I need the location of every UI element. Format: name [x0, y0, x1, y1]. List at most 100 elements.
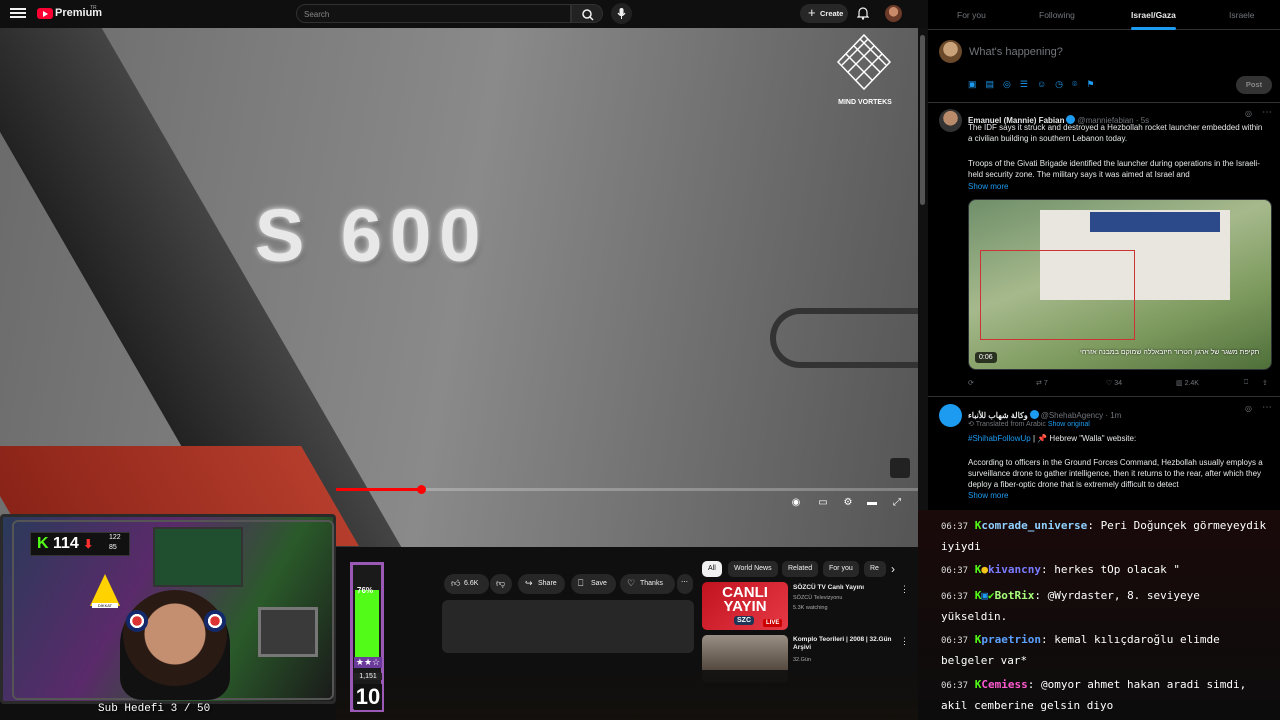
- miniplayer-toggle[interactable]: [890, 458, 910, 478]
- recommendation-menu-icon[interactable]: ⋮: [900, 584, 909, 595]
- location-icon[interactable]: ⌾: [1072, 79, 1086, 89]
- page-scrollbar-thumb[interactable]: [920, 35, 925, 205]
- show-original-link[interactable]: Show original: [1048, 421, 1090, 428]
- notifications-icon[interactable]: [856, 6, 870, 20]
- chat-username[interactable]: comrade_universe: [981, 519, 1087, 532]
- recommendation-thumbnail[interactable]: CANLI YAYIN SZC LIVE: [702, 582, 788, 630]
- chat-username[interactable]: kivancny: [988, 563, 1041, 576]
- more-actions-button[interactable]: ⋯: [677, 574, 693, 594]
- dislike-button[interactable]: 👎︎: [490, 574, 512, 594]
- video-duration: 0:06: [975, 352, 997, 363]
- chat-text: herkes tOp olacak ": [1054, 563, 1181, 576]
- menu-icon[interactable]: [10, 6, 26, 20]
- chip-related[interactable]: Related: [782, 561, 819, 577]
- chip-all[interactable]: All: [702, 561, 722, 577]
- super-thanks-icon: ♡: [627, 578, 636, 588]
- flag-icon[interactable]: ⚑: [1086, 79, 1103, 89]
- tab-following[interactable]: Following: [1039, 10, 1075, 20]
- fullscreen-icon[interactable]: ⤢: [890, 497, 904, 511]
- grok-post-icon[interactable]: ◎: [1245, 109, 1252, 118]
- chat-username[interactable]: praetrion: [981, 633, 1041, 646]
- compose-input[interactable]: What's happening?: [969, 46, 1063, 58]
- schedule-icon[interactable]: ◷: [1055, 79, 1072, 89]
- tab-israel-gaza[interactable]: Israel/Gaza: [1131, 10, 1176, 20]
- search-input[interactable]: Search: [296, 4, 571, 23]
- recommendation-title[interactable]: SÖZCÜ TV Canlı Yayını: [793, 584, 898, 592]
- theater-mode-icon[interactable]: ▬: [865, 497, 879, 511]
- chat-username[interactable]: BotRix: [995, 589, 1035, 602]
- video-caption: תקיפת משגר של ארגון הטרור חיזבאללה שמוקם…: [1080, 349, 1260, 356]
- chip-next-icon[interactable]: ›: [891, 562, 895, 576]
- recommendation-channel[interactable]: SÖZCÜ Televizyonu: [793, 595, 842, 601]
- emoji-icon[interactable]: ☺: [1037, 79, 1055, 89]
- show-more-link[interactable]: Show more: [968, 182, 1008, 191]
- search-button[interactable]: [571, 4, 603, 23]
- share-button[interactable]: ↪ Share: [518, 574, 565, 594]
- translation-note: ⟲ Translated from Arabic Show original: [968, 420, 1090, 428]
- bookmark-icon[interactable]: ⎕: [1244, 379, 1248, 387]
- watermark-logo-icon: [836, 33, 892, 91]
- post-text: According to officers in the Ground Forc…: [968, 458, 1263, 489]
- recommendation-channel[interactable]: 32.Gün: [793, 657, 811, 663]
- kick-viewer-count: 114: [53, 535, 79, 552]
- description-box[interactable]: [442, 600, 694, 653]
- video-player[interactable]: S 600: [0, 28, 918, 547]
- chat-timestamp: 06:37: [941, 592, 969, 602]
- recommendation-menu-icon[interactable]: ⋮: [900, 636, 909, 647]
- grok-post-icon[interactable]: ◎: [1245, 404, 1252, 413]
- settings-icon[interactable]: ⚙: [841, 497, 855, 511]
- save-label: Save: [591, 580, 607, 587]
- thanks-button[interactable]: ♡ Thanks: [620, 574, 675, 594]
- post-author-name[interactable]: وكالة شهاب للأنباء: [968, 411, 1028, 420]
- goal-count: 1,151: [354, 673, 382, 680]
- thanks-label: Thanks: [640, 580, 663, 587]
- progress-scrubber[interactable]: [417, 485, 426, 494]
- chip-for-you[interactable]: For you: [823, 561, 859, 577]
- hashtag-link[interactable]: #ShihabFollowUp: [968, 434, 1031, 443]
- share-icon[interactable]: ⇪: [1262, 379, 1268, 387]
- captions-icon[interactable]: ▭: [816, 497, 830, 511]
- save-button[interactable]: ⎕ Save: [571, 574, 616, 594]
- thumbs-down-icon: 👎︎: [496, 578, 506, 588]
- post-text: The IDF says it struck and destroyed a H…: [968, 123, 1263, 143]
- compose-avatar[interactable]: [939, 40, 962, 63]
- voice-search-button[interactable]: [611, 3, 632, 24]
- search-icon: [582, 9, 594, 21]
- chip-world-news[interactable]: World News: [728, 561, 778, 577]
- post-button[interactable]: Post: [1236, 76, 1272, 94]
- image-icon[interactable]: ▣: [968, 79, 986, 89]
- chat-message: 06:37 KCemiess: @omyor ahmet hakan aradi…: [941, 678, 1247, 712]
- tab-for-you[interactable]: For you: [957, 10, 986, 20]
- views-button[interactable]: ▥ 2.4K: [1176, 379, 1199, 387]
- goal-meter-fill: [355, 590, 379, 662]
- goal-level: 10: [354, 684, 382, 710]
- subscriber-badge-icon: ●: [981, 563, 988, 576]
- account-avatar[interactable]: [885, 5, 902, 22]
- like-button[interactable]: 👍︎ 6.6K: [444, 574, 489, 594]
- autoplay-toggle-icon[interactable]: ◉: [789, 497, 803, 511]
- post-avatar[interactable]: [939, 109, 962, 132]
- poll-icon[interactable]: ☰: [1020, 79, 1037, 89]
- repost-button[interactable]: ⇄ 7: [1036, 379, 1048, 387]
- chat-username[interactable]: Cemiess: [981, 678, 1027, 691]
- chip-truncated[interactable]: Re: [864, 561, 886, 577]
- youtube-logo-icon[interactable]: [37, 8, 53, 19]
- video-frame-handle: [770, 308, 918, 368]
- like-button[interactable]: ♡ 34: [1106, 379, 1122, 387]
- tab-israele[interactable]: Israele: [1229, 10, 1255, 20]
- post-handle[interactable]: @ShehabAgency · 1m: [1041, 411, 1122, 420]
- create-button[interactable]: Create: [800, 4, 848, 23]
- post-more-icon[interactable]: ⋯: [1262, 107, 1272, 118]
- video-frame-solar-panels: [1090, 212, 1220, 232]
- grok-icon[interactable]: ◎: [1003, 79, 1020, 89]
- post-more-icon[interactable]: ⋯: [1262, 402, 1272, 413]
- bookmark-icon: ⎕: [578, 578, 584, 588]
- show-more-link[interactable]: Show more: [968, 491, 1008, 500]
- recommendation-title[interactable]: Komplo Teorileri | 2008 | 32.Gün Arşivi: [793, 636, 898, 652]
- sub-goal-label: Sub Hedefi 3 / 50: [98, 703, 211, 715]
- youtube-header: Premium TR Search Create: [0, 0, 918, 28]
- post-avatar[interactable]: [939, 404, 962, 427]
- reply-icon[interactable]: ⟳: [968, 379, 974, 387]
- compose-toolbar: ▣▤◎☰☺◷⌾⚑: [968, 79, 1104, 90]
- gif-icon[interactable]: ▤: [986, 79, 1004, 89]
